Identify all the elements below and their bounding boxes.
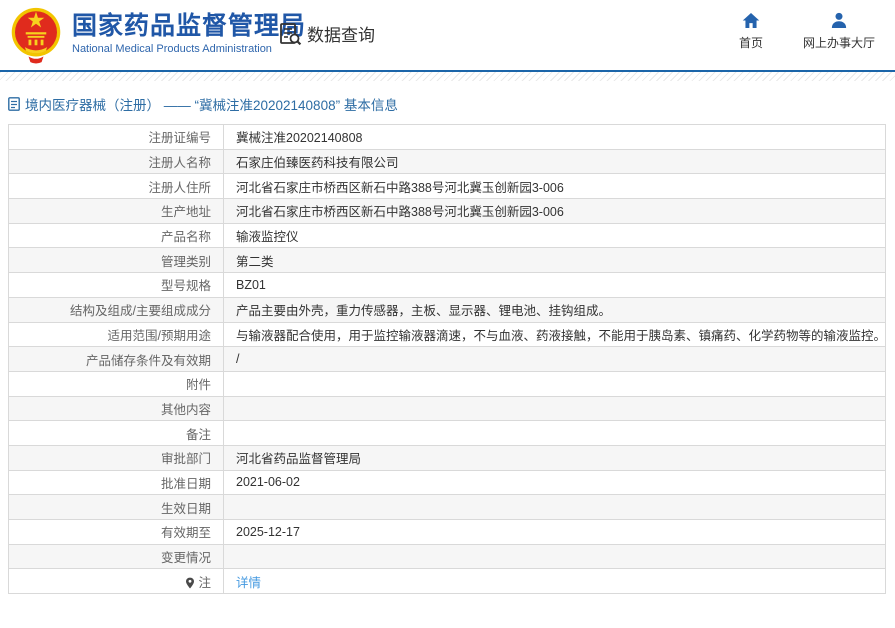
row-label: 备注: [8, 420, 224, 446]
row-label: 注册人名称: [8, 148, 224, 175]
table-row: 注册人住所 河北省石家庄市桥西区新石中路388号河北冀玉创新园3-006: [8, 173, 886, 200]
table-row: 审批部门 河北省药品监督管理局: [8, 444, 886, 471]
org-names: 国家药品监督管理局 National Medical Products Admi…: [72, 11, 306, 55]
row-value: 石家庄伯臻医药科技有限公司: [223, 148, 886, 175]
row-label: 生效日期: [8, 494, 224, 520]
row-label: 变更情况: [8, 543, 224, 570]
table-row: 管理类别 第二类: [8, 247, 886, 274]
row-value: 河北省石家庄市桥西区新石中路388号河北冀玉创新园3-006: [223, 198, 886, 224]
row-value: 冀械注准20202140808: [223, 124, 886, 150]
row-label: 批准日期: [8, 469, 224, 496]
org-name-cn: 国家药品监督管理局: [72, 12, 307, 40]
main-content: 境内医疗器械（注册） —— “冀械注准20202140808” 基本信息 注册证…: [0, 94, 895, 595]
table-row: 注册人名称 石家庄伯臻医药科技有限公司: [8, 148, 886, 175]
row-value: 河北省石家庄市桥西区新石中路388号河北冀玉创新园3-006: [223, 173, 886, 200]
nav-item-label: 网上办事大厅: [802, 36, 875, 50]
table-row: 产品名称 输液监控仪: [8, 222, 886, 249]
row-label: 注册人住所: [8, 173, 224, 200]
table-row: 适用范围/预期用途 与输液器配合使用，用于监控输液器滴速，不与血液、药液接触，不能…: [8, 321, 886, 348]
data-query-label: 数据查询: [307, 26, 375, 45]
row-value: 2025-12-17: [223, 519, 886, 545]
row-label: 管理类别: [8, 247, 224, 274]
national-emblem-logo: [11, 7, 61, 64]
breadcrumb: 境内医疗器械（注册） —— “冀械注准20202140808” 基本信息: [8, 94, 887, 114]
hatch-strip: [0, 72, 895, 81]
row-value: 河北省药品监督管理局: [223, 444, 886, 471]
row-value: [223, 370, 886, 397]
nav-item-label: 首页: [738, 36, 763, 50]
row-value: 产品主要由外壳，重力传感器，主板、显示器、锂电池、挂钩组成。: [223, 296, 886, 323]
row-label: 产品储存条件及有效期: [8, 346, 224, 372]
org-name-en: National Medical Products Administration: [72, 43, 272, 55]
row-label: 结构及组成/主要组成成分: [8, 296, 224, 323]
table-row: 批准日期 2021-06-02: [8, 469, 886, 496]
row-value: BZ01: [223, 272, 886, 298]
row-value: 第二类: [223, 247, 886, 274]
row-label: 注册证编号: [8, 124, 224, 150]
table-row: 结构及组成/主要组成成分 产品主要由外壳，重力传感器，主板、显示器、锂电池、挂钩组…: [8, 296, 886, 323]
row-value: 输液监控仪: [223, 222, 886, 249]
row-value: [223, 420, 886, 446]
row-label: 型号规格: [8, 272, 224, 298]
table-row: 其他内容: [8, 395, 886, 422]
breadcrumb-text: 境内医疗器械（注册） —— “冀械注准20202140808” 基本信息: [25, 98, 398, 113]
details-link[interactable]: 详情: [236, 576, 261, 590]
pin-icon: [186, 577, 195, 589]
info-table-body: 注册证编号 冀械注准20202140808 注册人名称 石家庄伯臻医药科技有限公司 注册…: [8, 124, 886, 595]
row-label: 适用范围/预期用途: [8, 321, 224, 348]
registration-info-table: 注册证编号 冀械注准20202140808 注册人名称 石家庄伯臻医药科技有限公司 注册…: [8, 124, 886, 595]
user-icon: [831, 12, 847, 28]
document-search-icon: [280, 22, 302, 45]
row-label: 有效期至: [8, 519, 224, 545]
row-label: 注: [8, 568, 224, 595]
table-row: 注册证编号 冀械注准20202140808: [8, 124, 886, 150]
table-row: 生效日期: [8, 494, 886, 520]
table-row: 备注: [8, 420, 886, 446]
row-value: /: [223, 346, 886, 372]
row-label: 生产地址: [8, 198, 224, 224]
row-label: 附件: [8, 370, 224, 397]
nav-item-service-hall[interactable]: 网上办事大厅: [803, 12, 875, 51]
row-label: 产品名称: [8, 222, 224, 249]
row-value: 详情: [223, 568, 886, 595]
data-query-section-title: 数据查询: [278, 21, 375, 46]
table-row: 注详情: [8, 568, 886, 595]
row-label: 审批部门: [8, 444, 224, 471]
table-row: 型号规格 BZ01: [8, 272, 886, 298]
table-row: 生产地址 河北省石家庄市桥西区新石中路388号河北冀玉创新园3-006: [8, 198, 886, 224]
row-label: 其他内容: [8, 395, 224, 422]
row-value: [223, 494, 886, 520]
table-row: 附件: [8, 370, 886, 397]
page-icon: [8, 97, 20, 111]
table-row: 变更情况: [8, 543, 886, 570]
table-row: 产品储存条件及有效期 /: [8, 346, 886, 372]
row-value: 与输液器配合使用，用于监控输液器滴速，不与血液、药液接触，不能用于胰岛素、镇痛药…: [223, 321, 886, 348]
site-header: 国家药品监督管理局 National Medical Products Admi…: [0, 0, 895, 70]
table-row: 有效期至 2025-12-17: [8, 519, 886, 545]
top-nav: 首页 网上办事大厅: [733, 12, 875, 51]
row-value: [223, 543, 886, 570]
nav-item-home[interactable]: 首页: [733, 12, 769, 51]
home-icon: [742, 13, 760, 28]
row-value: [223, 395, 886, 422]
row-value: 2021-06-02: [223, 469, 886, 496]
